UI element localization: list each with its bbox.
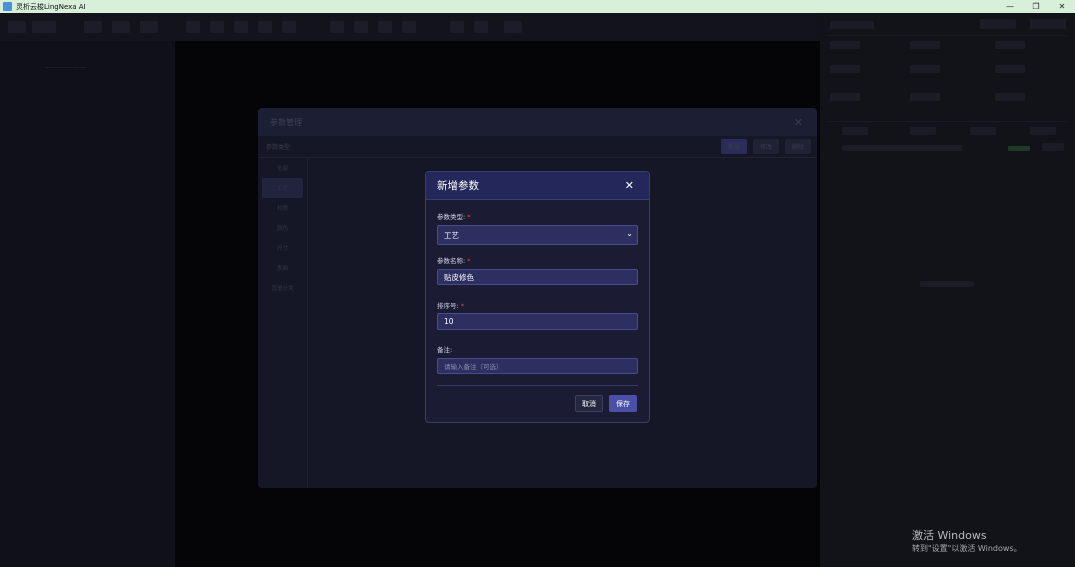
param-name-input[interactable]: 贴皮修色	[437, 269, 638, 285]
required-marker: *	[467, 257, 471, 265]
toolbar-button[interactable]	[210, 21, 224, 33]
toolbar-button[interactable]	[140, 21, 158, 33]
toolbar-button[interactable]	[84, 21, 102, 33]
param-manager-header: 参数管理 ✕	[258, 108, 817, 136]
close-window-button[interactable]: ✕	[1049, 0, 1075, 13]
table-row[interactable]	[842, 145, 962, 151]
toolbar-button[interactable]	[282, 21, 296, 33]
left-panel: ——————	[0, 41, 175, 567]
divider	[828, 121, 1067, 122]
property-value	[995, 65, 1025, 73]
title-bar: 灵析云梭LingNexa AI — ❐ ✕	[0, 0, 1075, 13]
row-action-button[interactable]	[1042, 143, 1064, 151]
table-header-cell	[1030, 127, 1056, 135]
dialog-header: 新增参数 ✕	[426, 172, 649, 200]
toolbar-button[interactable]	[234, 21, 248, 33]
param-manager-toolbar: 参数类型 新增 修改 删除	[258, 136, 817, 158]
param-type-value: 工艺	[444, 230, 459, 240]
toolbar-button[interactable]	[378, 21, 392, 33]
activation-watermark-subtitle: 转到"设置"以激活 Windows。	[912, 544, 1022, 553]
property-label	[830, 65, 860, 73]
minimize-button[interactable]: —	[997, 0, 1023, 13]
app-logo-icon	[3, 2, 12, 11]
property-value	[995, 93, 1025, 101]
remark-input[interactable]: 请输入备注（可选）	[437, 358, 638, 374]
property-value	[995, 41, 1025, 49]
restore-button[interactable]: ❐	[1023, 0, 1049, 13]
save-button[interactable]: 保存	[609, 395, 637, 412]
sort-order-input[interactable]: 10	[437, 313, 638, 330]
param-type-heading: 参数类型	[266, 144, 291, 151]
right-panel	[820, 13, 1075, 567]
empty-state-text	[920, 281, 974, 287]
divider	[828, 35, 1067, 36]
param-category-list: 全部 工艺 材质 颜色 尺寸 表面 其他分类	[258, 158, 308, 488]
toolbar-button[interactable]	[504, 21, 522, 33]
add-param-button[interactable]: 新增	[721, 139, 747, 154]
activation-watermark-title: 激活 Windows	[912, 529, 987, 542]
param-name-label: 参数名称: *	[437, 257, 471, 265]
toolbar-button[interactable]	[112, 21, 130, 33]
param-type-label: 参数类型: *	[437, 213, 471, 221]
required-marker: *	[467, 213, 471, 221]
property-label	[830, 41, 860, 49]
toolbar-button[interactable]	[186, 21, 200, 33]
toolbar-button[interactable]	[258, 21, 272, 33]
param-manager-title: 参数管理	[270, 117, 302, 127]
toolbar-button[interactable]	[354, 21, 368, 33]
status-badge	[1008, 146, 1030, 151]
toolbar-button[interactable]	[450, 21, 464, 33]
toolbar-button[interactable]	[330, 21, 344, 33]
property-value	[910, 65, 940, 73]
table-header-cell	[842, 127, 868, 135]
chevron-down-icon: ⌄	[626, 229, 633, 238]
right-panel-button[interactable]	[980, 19, 1016, 29]
remark-label: 备注:	[437, 346, 453, 354]
right-panel-title	[830, 21, 874, 29]
left-panel-text: ——————	[45, 63, 87, 71]
toolbar-button[interactable]	[8, 21, 26, 33]
property-label	[830, 93, 860, 101]
delete-param-button[interactable]: 删除	[785, 139, 811, 154]
required-marker: *	[460, 302, 464, 310]
table-header-cell	[970, 127, 996, 135]
category-item[interactable]: 表面	[258, 258, 307, 278]
toolbar-button[interactable]	[402, 21, 416, 33]
cancel-button[interactable]: 取消	[575, 395, 603, 412]
dialog-title: 新增参数	[437, 180, 479, 192]
edit-param-button[interactable]: 修改	[753, 139, 779, 154]
category-item[interactable]: 其他分类	[258, 278, 307, 298]
property-value	[910, 93, 940, 101]
add-param-dialog: 新增参数 ✕ 参数类型: * 工艺 ⌄ 参数名称: * 贴皮修色 排序号: * 10 …	[425, 171, 650, 423]
category-item[interactable]: 全部	[258, 158, 307, 178]
toolbar-button[interactable]	[474, 21, 488, 33]
category-item[interactable]: 尺寸	[258, 238, 307, 258]
toolbar-button[interactable]	[32, 21, 56, 33]
right-panel-button[interactable]	[1030, 19, 1066, 29]
close-icon[interactable]: ✕	[625, 179, 634, 192]
param-type-select[interactable]: 工艺 ⌄	[437, 225, 638, 245]
dialog-divider	[437, 385, 638, 386]
sort-order-label: 排序号: *	[437, 302, 464, 310]
category-item[interactable]: 颜色	[258, 218, 307, 238]
window-title: 灵析云梭LingNexa AI	[16, 2, 86, 11]
category-item-active[interactable]: 工艺	[262, 178, 303, 198]
category-item[interactable]: 材质	[258, 198, 307, 218]
close-icon[interactable]: ✕	[794, 116, 803, 129]
window-controls: — ❐ ✕	[997, 0, 1075, 13]
table-header-cell	[910, 127, 936, 135]
property-value	[910, 41, 940, 49]
